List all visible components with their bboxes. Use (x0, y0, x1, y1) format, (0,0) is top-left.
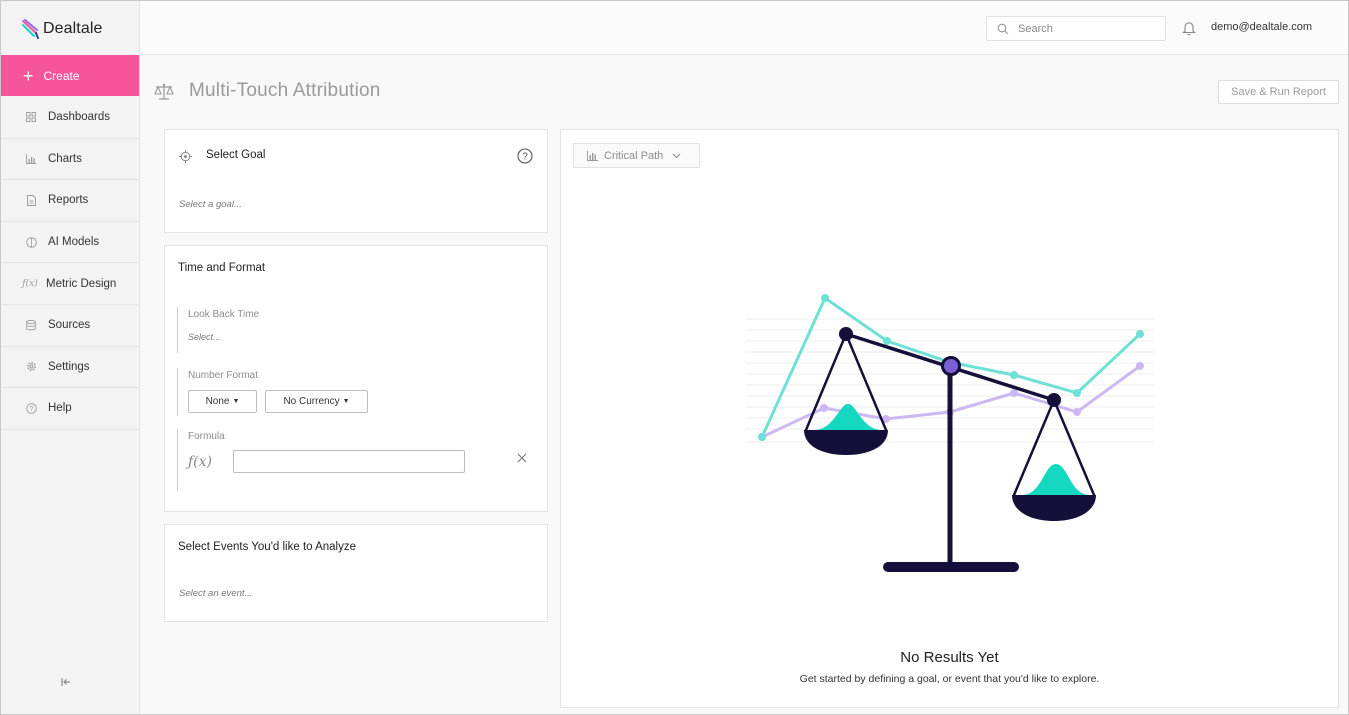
document-icon (25, 194, 37, 206)
caret-down-icon: ▼ (342, 398, 350, 405)
time-format-card: Time and Format Look Back Time Select...… (164, 245, 548, 512)
chevron-down-icon (672, 153, 681, 159)
sidebar-item-label: Sources (48, 319, 91, 332)
close-icon[interactable] (516, 452, 528, 464)
illustration-left-pan (804, 430, 888, 455)
select-events-title: Select Events You'd like to Analyze (178, 541, 357, 553)
search-icon (997, 23, 1009, 34)
bell-icon[interactable] (1182, 20, 1196, 36)
currency-dropdown[interactable]: No Currency ▼ (265, 390, 368, 413)
look-back-group: Look Back Time Select... (177, 307, 259, 353)
number-format-group: Number Format None ▼ No Currency ▼ (177, 368, 376, 416)
sidebar-item-reports[interactable]: Reports (1, 180, 139, 222)
app-frame: Dealtale + Create Dashboards Charts Repo… (0, 0, 1349, 715)
illustration-right-mound (1022, 464, 1090, 495)
topbar: demo@dealtale.com (140, 1, 1348, 55)
sidebar-item-label: Metric Design (46, 277, 117, 290)
number-format-dropdown[interactable]: None ▼ (188, 390, 257, 413)
brain-icon (25, 236, 37, 248)
function-icon: ƒ(x) (188, 453, 213, 470)
page-title: Multi-Touch Attribution (189, 80, 381, 101)
question-circle-icon[interactable]: ? (517, 148, 533, 164)
formula-group: Formula ƒ(x) (177, 429, 465, 491)
illustration-left-pivot (839, 327, 853, 341)
sidebar-nav: Dashboards Charts Reports AI Models ƒ(x)… (1, 97, 139, 430)
events-dropdown[interactable]: Select an event... (179, 588, 252, 599)
select-goal-title: Select Goal (206, 149, 266, 161)
help-icon: ? (25, 402, 37, 414)
illustration-right-pan (1012, 495, 1096, 521)
brand-name: Dealtale (43, 20, 103, 37)
sidebar-item-label: Reports (48, 194, 89, 207)
caret-down-icon: ▼ (232, 398, 240, 405)
results-panel: Critical Path No Results Yet Get started… (560, 129, 1339, 708)
select-goal-card: Select Goal ? Select a goal... (164, 129, 548, 233)
svg-text:?: ? (522, 152, 528, 163)
look-back-dropdown[interactable]: Select... (188, 332, 259, 342)
empty-state-title: No Results Yet (900, 649, 999, 666)
user-email[interactable]: demo@dealtale.com (1211, 21, 1312, 33)
empty-state-illustration (746, 294, 1154, 572)
target-icon (179, 150, 192, 163)
create-button[interactable]: + Create (1, 55, 139, 96)
function-icon: ƒ(x) (22, 278, 38, 289)
illustration-right-pivot (1047, 393, 1061, 407)
number-format-value: None (205, 396, 230, 407)
goal-dropdown[interactable]: Select a goal... (179, 199, 242, 210)
sidebar-item-settings[interactable]: Settings (1, 347, 139, 389)
select-events-card: Select Events You'd like to Analyze Sele… (164, 524, 548, 622)
formula-label: Formula (188, 431, 225, 442)
illustration-center-pivot (941, 356, 961, 376)
look-back-label: Look Back Time (188, 309, 260, 320)
sidebar-item-label: Charts (48, 152, 82, 165)
dealtale-logo-icon (22, 19, 39, 39)
scale-icon (154, 83, 174, 100)
svg-text:?: ? (29, 406, 33, 413)
save-run-report-button[interactable]: Save & Run Report (1218, 80, 1339, 104)
sidebar-item-label: AI Models (48, 236, 100, 249)
brand[interactable]: Dealtale (22, 17, 103, 41)
collapse-sidebar-icon[interactable] (59, 675, 73, 689)
sidebar-item-ai-models[interactable]: AI Models (1, 222, 139, 264)
sidebar-item-dashboards[interactable]: Dashboards (1, 97, 139, 139)
plus-icon: + (23, 65, 34, 86)
bar-chart-icon (587, 150, 598, 161)
sidebar-item-label: Settings (48, 360, 90, 373)
time-format-title: Time and Format (178, 262, 266, 274)
view-selector-dropdown[interactable]: Critical Path (573, 143, 700, 168)
empty-state-subtitle: Get started by defining a goal, or event… (799, 673, 1100, 685)
formula-input[interactable] (233, 450, 465, 473)
sidebar-item-charts[interactable]: Charts (1, 139, 139, 181)
sidebar-item-sources[interactable]: Sources (1, 305, 139, 347)
gear-icon (25, 361, 37, 373)
view-selector-label: Critical Path (604, 149, 664, 162)
number-format-label: Number Format (188, 370, 259, 381)
bar-chart-icon (25, 153, 37, 165)
sidebar-item-help[interactable]: ? Help (1, 388, 139, 430)
sidebar: Dealtale + Create Dashboards Charts Repo… (1, 1, 140, 714)
database-icon (25, 319, 37, 331)
create-label: Create (43, 68, 80, 83)
currency-value: No Currency (283, 396, 340, 407)
sidebar-item-label: Dashboards (48, 111, 111, 124)
grid-icon (25, 111, 37, 123)
sidebar-item-metric-design[interactable]: ƒ(x) Metric Design (1, 263, 139, 305)
sidebar-item-label: Help (48, 402, 72, 415)
search-box[interactable] (986, 16, 1166, 41)
search-input[interactable] (1018, 22, 1158, 35)
